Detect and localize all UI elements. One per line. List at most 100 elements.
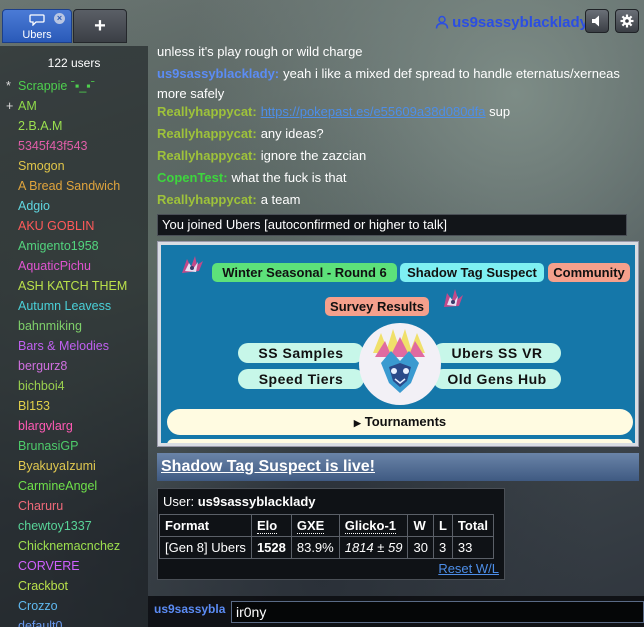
- userlist-item[interactable]: A Bread Sandwich: [0, 176, 148, 196]
- user-name: ByakuyaIzumi: [18, 459, 96, 473]
- gear-icon: [620, 14, 634, 28]
- chat-message: Reallyhappycat: a team: [157, 190, 627, 210]
- pokemon-sprite-icon: [182, 256, 203, 273]
- pokepaste-link[interactable]: https://pokepast.es/e55609a38d080dfa: [261, 104, 486, 119]
- col-losses: L: [432, 514, 453, 537]
- settings-button[interactable]: [615, 9, 639, 33]
- shadow-tag-suspect-link[interactable]: Shadow Tag Suspect: [400, 263, 544, 282]
- community-link[interactable]: Community: [548, 263, 630, 282]
- chatbox: us9sassybla: [148, 596, 644, 627]
- userlist-item[interactable]: blargvlarg: [0, 416, 148, 436]
- user-name: Charuru: [18, 499, 64, 513]
- old-gens-hub-link[interactable]: Old Gens Hub: [433, 369, 561, 389]
- chat-message: Reallyhappycat: ignore the zazcian: [157, 146, 627, 166]
- caret-right-icon: ▶: [353, 418, 361, 428]
- featured-pokemon-circle: [359, 323, 441, 405]
- userlist-item[interactable]: Adgio: [0, 196, 148, 216]
- user-rank: *: [6, 79, 11, 93]
- message-text: what the fuck is that: [231, 170, 347, 185]
- userlist-item[interactable]: ASH KATCH THEM: [0, 276, 148, 296]
- message-author[interactable]: Reallyhappycat:: [157, 104, 257, 119]
- rating-user-label: User:: [163, 494, 195, 509]
- user-menu[interactable]: us9sassyblacklady: [435, 12, 588, 32]
- cell-losses: 3: [432, 536, 453, 559]
- user-name: Crackbot: [18, 579, 69, 593]
- userlist-item[interactable]: bahnmiking: [0, 316, 148, 336]
- user-name: chewtoy1337: [18, 519, 92, 533]
- user-name: CORVERE: [18, 559, 80, 573]
- user-name: BrunasiGP: [18, 439, 79, 453]
- user-name: Autumn Leavess: [18, 299, 112, 313]
- cell-elo: 1528: [250, 536, 292, 559]
- tournaments-toggle[interactable]: ▶ Tournaments: [167, 409, 633, 435]
- message-text: sup: [485, 104, 511, 119]
- message-author[interactable]: Reallyhappycat:: [157, 126, 257, 141]
- reset-wl-link[interactable]: Reset W/L: [438, 561, 499, 576]
- userlist-item[interactable]: bichboi4: [0, 376, 148, 396]
- userlist-item[interactable]: ByakuyaIzumi: [0, 456, 148, 476]
- speed-tiers-link[interactable]: Speed Tiers: [238, 369, 364, 389]
- userlist-item[interactable]: CORVERE: [0, 556, 148, 576]
- userlist-item[interactable]: AquaticPichu: [0, 256, 148, 276]
- chatbox-username[interactable]: us9sassybla: [154, 602, 225, 616]
- username: us9sassyblacklady: [452, 13, 588, 31]
- userlist-item[interactable]: default0: [0, 616, 148, 627]
- tournaments-label: Tournaments: [364, 414, 447, 429]
- col-gxe: GXE: [290, 514, 340, 537]
- sound-button[interactable]: [585, 9, 609, 33]
- userlist-item[interactable]: 5345f43f543: [0, 136, 148, 156]
- userlist-item[interactable]: Amigento1958: [0, 236, 148, 256]
- col-glicko: Glicko-1: [338, 514, 409, 537]
- user-rank: +: [6, 99, 14, 113]
- userlist-item[interactable]: Smogon: [0, 156, 148, 176]
- room-tab-label: Ubers: [22, 29, 52, 41]
- user-name: Smogon: [18, 159, 65, 173]
- userlist-item[interactable]: Bl153: [0, 396, 148, 416]
- userlist-item[interactable]: Chicknemacnchez: [0, 536, 148, 556]
- userlist-item[interactable]: Bars & Melodies: [0, 336, 148, 356]
- user-name: Scrappie ˉ▪_▪ˉ: [18, 79, 95, 93]
- ss-samples-link[interactable]: SS Samples: [238, 343, 364, 363]
- chat-message: unless it's play rough or wild charge: [157, 46, 627, 62]
- cell-total: 33: [451, 536, 495, 559]
- survey-results-link[interactable]: Survey Results: [325, 297, 429, 316]
- userlist-item[interactable]: chewtoy1337: [0, 516, 148, 536]
- new-room-tab-button[interactable]: +: [73, 9, 127, 43]
- close-icon[interactable]: ×: [54, 13, 65, 24]
- room-intro-banner: Winter Seasonal - Round 6 Shadow Tag Sus…: [157, 241, 639, 447]
- userlist-item[interactable]: CarmineAngel: [0, 476, 148, 496]
- user-name: bichboi4: [18, 379, 65, 393]
- userlist-item[interactable]: Autumn Leavess: [0, 296, 148, 316]
- user-name: bergurz8: [18, 359, 68, 373]
- userlist-item[interactable]: Crackbot: [0, 576, 148, 596]
- user-name: CarmineAngel: [18, 479, 98, 493]
- message-author[interactable]: us9sassyblacklady:: [157, 66, 279, 81]
- message-author[interactable]: Reallyhappycat:: [157, 192, 257, 207]
- userlist-item[interactable]: Charuru: [0, 496, 148, 516]
- userlist-item[interactable]: + AM: [0, 96, 148, 116]
- userlist-item[interactable]: 2.B.A.M: [0, 116, 148, 136]
- announcement-link[interactable]: Shadow Tag Suspect is live!: [161, 458, 375, 475]
- message-author[interactable]: CopenTest:: [157, 170, 228, 185]
- cell-gxe: 83.9%: [290, 536, 340, 559]
- message-author[interactable]: Reallyhappycat:: [157, 148, 257, 163]
- user-name: bahnmiking: [18, 319, 82, 333]
- header-bar: Ubers × + us9sassyblacklady: [0, 0, 644, 46]
- userlist-item[interactable]: BrunasiGP: [0, 436, 148, 456]
- message-input[interactable]: [231, 601, 644, 623]
- rating-table: Format Elo GXE Glicko-1 W L Total [Gen 8…: [159, 514, 495, 559]
- room-tab-ubers[interactable]: Ubers ×: [2, 9, 72, 43]
- message-text: ignore the zazcian: [260, 148, 367, 163]
- userlist-item[interactable]: Crozzo: [0, 596, 148, 616]
- collapsed-section[interactable]: [167, 439, 633, 443]
- ubers-ss-vr-link[interactable]: Ubers SS VR: [433, 343, 561, 363]
- userlist-item[interactable]: bergurz8: [0, 356, 148, 376]
- userlist-item[interactable]: AKU GOBLIN: [0, 216, 148, 236]
- rating-user-name[interactable]: us9sassyblacklady: [198, 494, 316, 509]
- chat-bubble-icon: [29, 14, 45, 26]
- message-text: a team: [260, 192, 301, 207]
- join-notice: You joined Ubers [autoconfirmed or highe…: [157, 214, 627, 236]
- user-name: Crozzo: [18, 599, 58, 613]
- userlist-item[interactable]: * Scrappie ˉ▪_▪ˉ: [0, 76, 148, 96]
- winter-seasonal-link[interactable]: Winter Seasonal - Round 6: [212, 263, 397, 282]
